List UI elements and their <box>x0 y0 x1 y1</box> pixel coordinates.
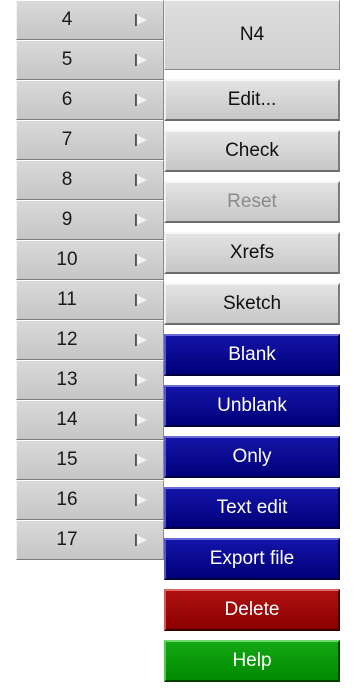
edit-button[interactable]: Edit... <box>164 79 340 121</box>
only-button[interactable]: Only <box>164 436 340 478</box>
reset-button: Reset <box>164 181 340 223</box>
submenu-arrow-icon[interactable] <box>136 214 147 226</box>
list-row-8[interactable]: 8 <box>16 160 164 200</box>
list-row-17[interactable]: 17 <box>16 520 164 560</box>
list-row-9[interactable]: 9 <box>16 200 164 240</box>
submenu-arrow-icon[interactable] <box>136 14 147 26</box>
unblank-button[interactable]: Unblank <box>164 385 340 427</box>
row-number: 12 <box>56 329 78 350</box>
submenu-arrow-icon[interactable] <box>136 134 147 146</box>
submenu-arrow-icon[interactable] <box>136 374 147 386</box>
submenu-arrow-icon[interactable] <box>136 294 147 306</box>
check-button[interactable]: Check <box>164 130 340 172</box>
row-number: 16 <box>56 489 78 510</box>
list-row-6[interactable]: 6 <box>16 80 164 120</box>
row-number: 10 <box>56 249 78 270</box>
help-button[interactable]: Help <box>164 640 340 682</box>
list-row-7[interactable]: 7 <box>16 120 164 160</box>
list-row-14[interactable]: 14 <box>16 400 164 440</box>
submenu-arrow-icon[interactable] <box>136 494 147 506</box>
row-number: 8 <box>61 169 73 190</box>
context-menu: N4 Edit... Check Reset Xrefs Sketch Blan… <box>164 0 340 688</box>
list-row-12[interactable]: 12 <box>16 320 164 360</box>
submenu-arrow-icon[interactable] <box>136 174 147 186</box>
list-row-13[interactable]: 13 <box>16 360 164 400</box>
list-row-10[interactable]: 10 <box>16 240 164 280</box>
blank-button[interactable]: Blank <box>164 334 340 376</box>
submenu-arrow-icon[interactable] <box>136 334 147 346</box>
row-number: 17 <box>56 529 78 550</box>
sketch-button[interactable]: Sketch <box>164 283 340 325</box>
list-row-15[interactable]: 15 <box>16 440 164 480</box>
list-row-11[interactable]: 11 <box>16 280 164 320</box>
row-number: 4 <box>61 9 73 30</box>
list-row-5[interactable]: 5 <box>16 40 164 80</box>
submenu-arrow-icon[interactable] <box>136 454 147 466</box>
xrefs-button[interactable]: Xrefs <box>164 232 340 274</box>
row-number: 5 <box>61 49 73 70</box>
text-edit-button[interactable]: Text edit <box>164 487 340 529</box>
list-row-4[interactable]: 4 <box>16 0 164 40</box>
row-number: 11 <box>57 289 77 310</box>
menu-title: N4 <box>164 0 340 70</box>
submenu-arrow-icon[interactable] <box>136 94 147 106</box>
export-file-button[interactable]: Export file <box>164 538 340 580</box>
row-number: 15 <box>56 449 78 470</box>
row-number: 6 <box>61 89 73 110</box>
row-number: 14 <box>56 409 78 430</box>
entity-list: 4 5 6 7 8 9 10 11 12 13 14 15 16 17 <box>16 0 164 688</box>
submenu-arrow-icon[interactable] <box>136 534 147 546</box>
list-row-16[interactable]: 16 <box>16 480 164 520</box>
submenu-arrow-icon[interactable] <box>136 54 147 66</box>
row-number: 9 <box>61 209 73 230</box>
delete-button[interactable]: Delete <box>164 589 340 631</box>
submenu-arrow-icon[interactable] <box>136 254 147 266</box>
row-number: 7 <box>61 129 73 150</box>
row-number: 13 <box>56 369 78 390</box>
submenu-arrow-icon[interactable] <box>136 414 147 426</box>
